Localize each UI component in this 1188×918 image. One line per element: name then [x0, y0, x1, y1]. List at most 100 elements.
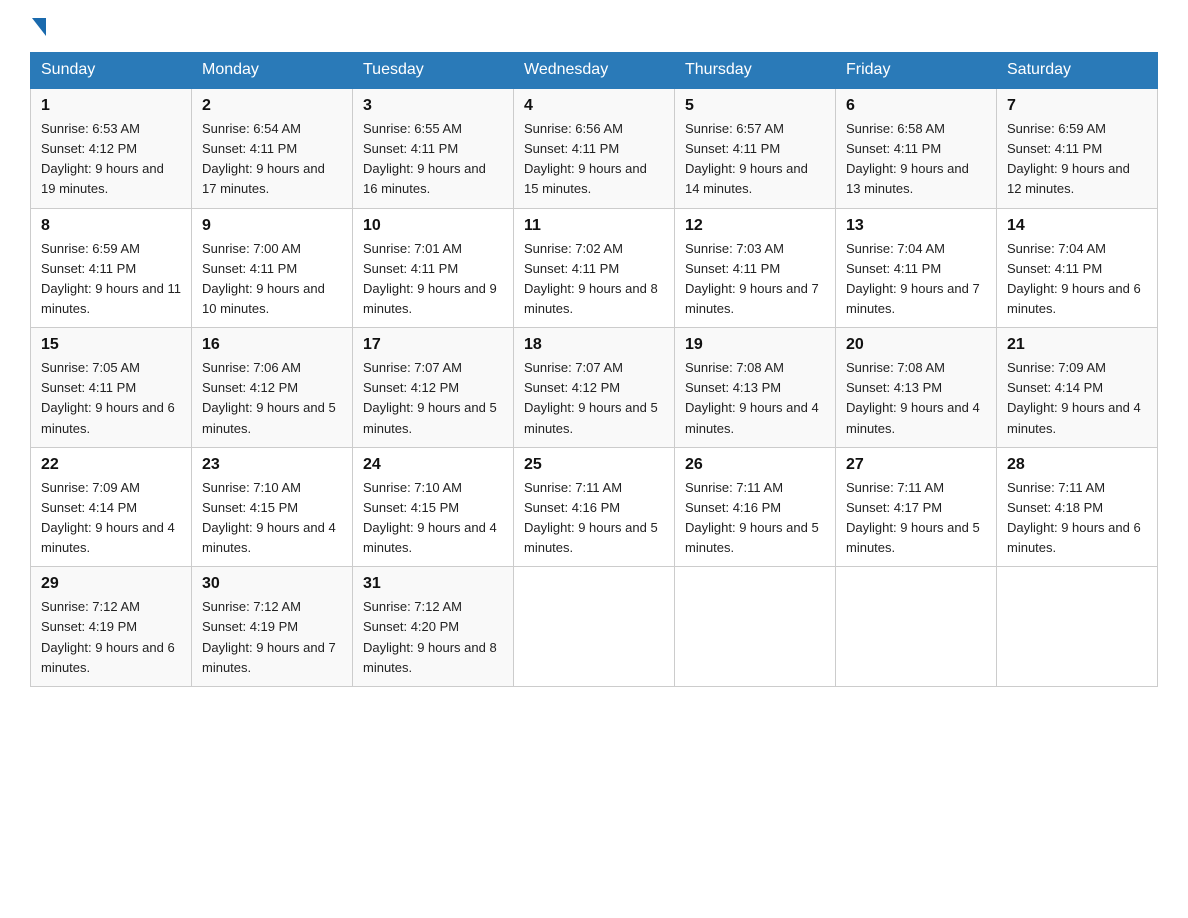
- day-info: Sunrise: 6:59 AMSunset: 4:11 PMDaylight:…: [1007, 119, 1147, 200]
- calendar-cell: 17 Sunrise: 7:07 AMSunset: 4:12 PMDayligh…: [353, 328, 514, 448]
- day-info: Sunrise: 7:06 AMSunset: 4:12 PMDaylight:…: [202, 358, 342, 439]
- calendar-cell: 12 Sunrise: 7:03 AMSunset: 4:11 PMDayligh…: [675, 208, 836, 328]
- day-info: Sunrise: 7:10 AMSunset: 4:15 PMDaylight:…: [363, 478, 503, 559]
- day-number: 10: [363, 217, 503, 235]
- calendar-cell: 24Sunrise: 7:10 AMSunset: 4:15 PMDayligh…: [353, 447, 514, 567]
- calendar-table: SundayMondayTuesdayWednesdayThursdayFrid…: [30, 52, 1158, 687]
- day-number: 4: [524, 97, 664, 115]
- day-number: 23: [202, 456, 342, 474]
- day-number: 12: [685, 217, 825, 235]
- weekday-header-tuesday: Tuesday: [353, 53, 514, 89]
- day-number: 25: [524, 456, 664, 474]
- calendar-cell: 27Sunrise: 7:11 AMSunset: 4:17 PMDayligh…: [836, 447, 997, 567]
- day-info: Sunrise: 6:54 AMSunset: 4:11 PMDaylight:…: [202, 119, 342, 200]
- day-number: 26: [685, 456, 825, 474]
- calendar-cell: 2 Sunrise: 6:54 AMSunset: 4:11 PMDaylight…: [192, 88, 353, 208]
- day-number: 21: [1007, 336, 1147, 354]
- day-info: Sunrise: 7:00 AMSunset: 4:11 PMDaylight:…: [202, 239, 342, 320]
- day-number: 20: [846, 336, 986, 354]
- calendar-cell: 15 Sunrise: 7:05 AMSunset: 4:11 PMDayligh…: [31, 328, 192, 448]
- weekday-header-sunday: Sunday: [31, 53, 192, 89]
- day-info: Sunrise: 7:05 AMSunset: 4:11 PMDaylight:…: [41, 358, 181, 439]
- calendar-cell: 26 Sunrise: 7:11 AMSunset: 4:16 PMDayligh…: [675, 447, 836, 567]
- day-info: Sunrise: 7:07 AMSunset: 4:12 PMDaylight:…: [363, 358, 503, 439]
- day-number: 5: [685, 97, 825, 115]
- calendar-cell: 9 Sunrise: 7:00 AMSunset: 4:11 PMDaylight…: [192, 208, 353, 328]
- day-info: Sunrise: 7:07 AMSunset: 4:12 PMDaylight:…: [524, 358, 664, 439]
- day-info: Sunrise: 7:11 AMSunset: 4:16 PMDaylight:…: [524, 478, 664, 559]
- day-info: Sunrise: 7:10 AMSunset: 4:15 PMDaylight:…: [202, 478, 342, 559]
- calendar-cell: 4 Sunrise: 6:56 AMSunset: 4:11 PMDaylight…: [514, 88, 675, 208]
- calendar-cell: 5 Sunrise: 6:57 AMSunset: 4:11 PMDaylight…: [675, 88, 836, 208]
- calendar-cell: 31 Sunrise: 7:12 AMSunset: 4:20 PMDayligh…: [353, 567, 514, 687]
- day-number: 3: [363, 97, 503, 115]
- day-info: Sunrise: 7:04 AMSunset: 4:11 PMDaylight:…: [1007, 239, 1147, 320]
- day-number: 7: [1007, 97, 1147, 115]
- day-info: Sunrise: 7:04 AMSunset: 4:11 PMDaylight:…: [846, 239, 986, 320]
- calendar-cell: 1 Sunrise: 6:53 AMSunset: 4:12 PMDaylight…: [31, 88, 192, 208]
- calendar-cell: [997, 567, 1158, 687]
- day-number: 31: [363, 575, 503, 593]
- calendar-cell: 30Sunrise: 7:12 AMSunset: 4:19 PMDayligh…: [192, 567, 353, 687]
- day-number: 6: [846, 97, 986, 115]
- day-info: Sunrise: 7:12 AMSunset: 4:20 PMDaylight:…: [363, 597, 503, 678]
- calendar-cell: 20 Sunrise: 7:08 AMSunset: 4:13 PMDayligh…: [836, 328, 997, 448]
- day-number: 9: [202, 217, 342, 235]
- calendar-cell: 23 Sunrise: 7:10 AMSunset: 4:15 PMDayligh…: [192, 447, 353, 567]
- day-info: Sunrise: 6:58 AMSunset: 4:11 PMDaylight:…: [846, 119, 986, 200]
- day-info: Sunrise: 7:09 AMSunset: 4:14 PMDaylight:…: [1007, 358, 1147, 439]
- day-number: 30: [202, 575, 342, 593]
- day-number: 18: [524, 336, 664, 354]
- calendar-cell: 7 Sunrise: 6:59 AMSunset: 4:11 PMDaylight…: [997, 88, 1158, 208]
- calendar-cell: 18 Sunrise: 7:07 AMSunset: 4:12 PMDayligh…: [514, 328, 675, 448]
- calendar-cell: 16 Sunrise: 7:06 AMSunset: 4:12 PMDayligh…: [192, 328, 353, 448]
- calendar-cell: [836, 567, 997, 687]
- day-number: 22: [41, 456, 181, 474]
- calendar-cell: 28 Sunrise: 7:11 AMSunset: 4:18 PMDayligh…: [997, 447, 1158, 567]
- day-info: Sunrise: 7:08 AMSunset: 4:13 PMDaylight:…: [846, 358, 986, 439]
- day-number: 11: [524, 217, 664, 235]
- day-info: Sunrise: 7:03 AMSunset: 4:11 PMDaylight:…: [685, 239, 825, 320]
- day-number: 17: [363, 336, 503, 354]
- day-number: 16: [202, 336, 342, 354]
- logo: [30, 20, 46, 34]
- weekday-header-saturday: Saturday: [997, 53, 1158, 89]
- day-info: Sunrise: 7:11 AMSunset: 4:16 PMDaylight:…: [685, 478, 825, 559]
- day-info: Sunrise: 7:02 AMSunset: 4:11 PMDaylight:…: [524, 239, 664, 320]
- day-number: 13: [846, 217, 986, 235]
- day-info: Sunrise: 6:56 AMSunset: 4:11 PMDaylight:…: [524, 119, 664, 200]
- day-number: 2: [202, 97, 342, 115]
- day-number: 1: [41, 97, 181, 115]
- calendar-header-row: SundayMondayTuesdayWednesdayThursdayFrid…: [31, 53, 1158, 89]
- calendar-cell: 25 Sunrise: 7:11 AMSunset: 4:16 PMDayligh…: [514, 447, 675, 567]
- day-info: Sunrise: 7:11 AMSunset: 4:18 PMDaylight:…: [1007, 478, 1147, 559]
- calendar-cell: 10 Sunrise: 7:01 AMSunset: 4:11 PMDayligh…: [353, 208, 514, 328]
- calendar-week-row: 15 Sunrise: 7:05 AMSunset: 4:11 PMDayligh…: [31, 328, 1158, 448]
- day-info: Sunrise: 7:01 AMSunset: 4:11 PMDaylight:…: [363, 239, 503, 320]
- calendar-cell: [675, 567, 836, 687]
- day-number: 28: [1007, 456, 1147, 474]
- calendar-cell: 8Sunrise: 6:59 AMSunset: 4:11 PMDaylight…: [31, 208, 192, 328]
- day-number: 14: [1007, 217, 1147, 235]
- weekday-header-monday: Monday: [192, 53, 353, 89]
- calendar-cell: 6 Sunrise: 6:58 AMSunset: 4:11 PMDaylight…: [836, 88, 997, 208]
- calendar-week-row: 1 Sunrise: 6:53 AMSunset: 4:12 PMDaylight…: [31, 88, 1158, 208]
- day-number: 15: [41, 336, 181, 354]
- day-info: Sunrise: 6:57 AMSunset: 4:11 PMDaylight:…: [685, 119, 825, 200]
- logo-arrow-icon: [32, 18, 46, 36]
- calendar-week-row: 29Sunrise: 7:12 AMSunset: 4:19 PMDayligh…: [31, 567, 1158, 687]
- day-info: Sunrise: 6:53 AMSunset: 4:12 PMDaylight:…: [41, 119, 181, 200]
- calendar-cell: 11 Sunrise: 7:02 AMSunset: 4:11 PMDayligh…: [514, 208, 675, 328]
- calendar-cell: 29Sunrise: 7:12 AMSunset: 4:19 PMDayligh…: [31, 567, 192, 687]
- day-info: Sunrise: 7:09 AMSunset: 4:14 PMDaylight:…: [41, 478, 181, 559]
- calendar-cell: 14 Sunrise: 7:04 AMSunset: 4:11 PMDayligh…: [997, 208, 1158, 328]
- weekday-header-friday: Friday: [836, 53, 997, 89]
- calendar-cell: [514, 567, 675, 687]
- weekday-header-wednesday: Wednesday: [514, 53, 675, 89]
- calendar-week-row: 22 Sunrise: 7:09 AMSunset: 4:14 PMDayligh…: [31, 447, 1158, 567]
- calendar-cell: 21 Sunrise: 7:09 AMSunset: 4:14 PMDayligh…: [997, 328, 1158, 448]
- day-number: 8: [41, 217, 181, 235]
- calendar-cell: 3Sunrise: 6:55 AMSunset: 4:11 PMDaylight…: [353, 88, 514, 208]
- calendar-cell: 22 Sunrise: 7:09 AMSunset: 4:14 PMDayligh…: [31, 447, 192, 567]
- day-info: Sunrise: 7:11 AMSunset: 4:17 PMDaylight:…: [846, 478, 986, 559]
